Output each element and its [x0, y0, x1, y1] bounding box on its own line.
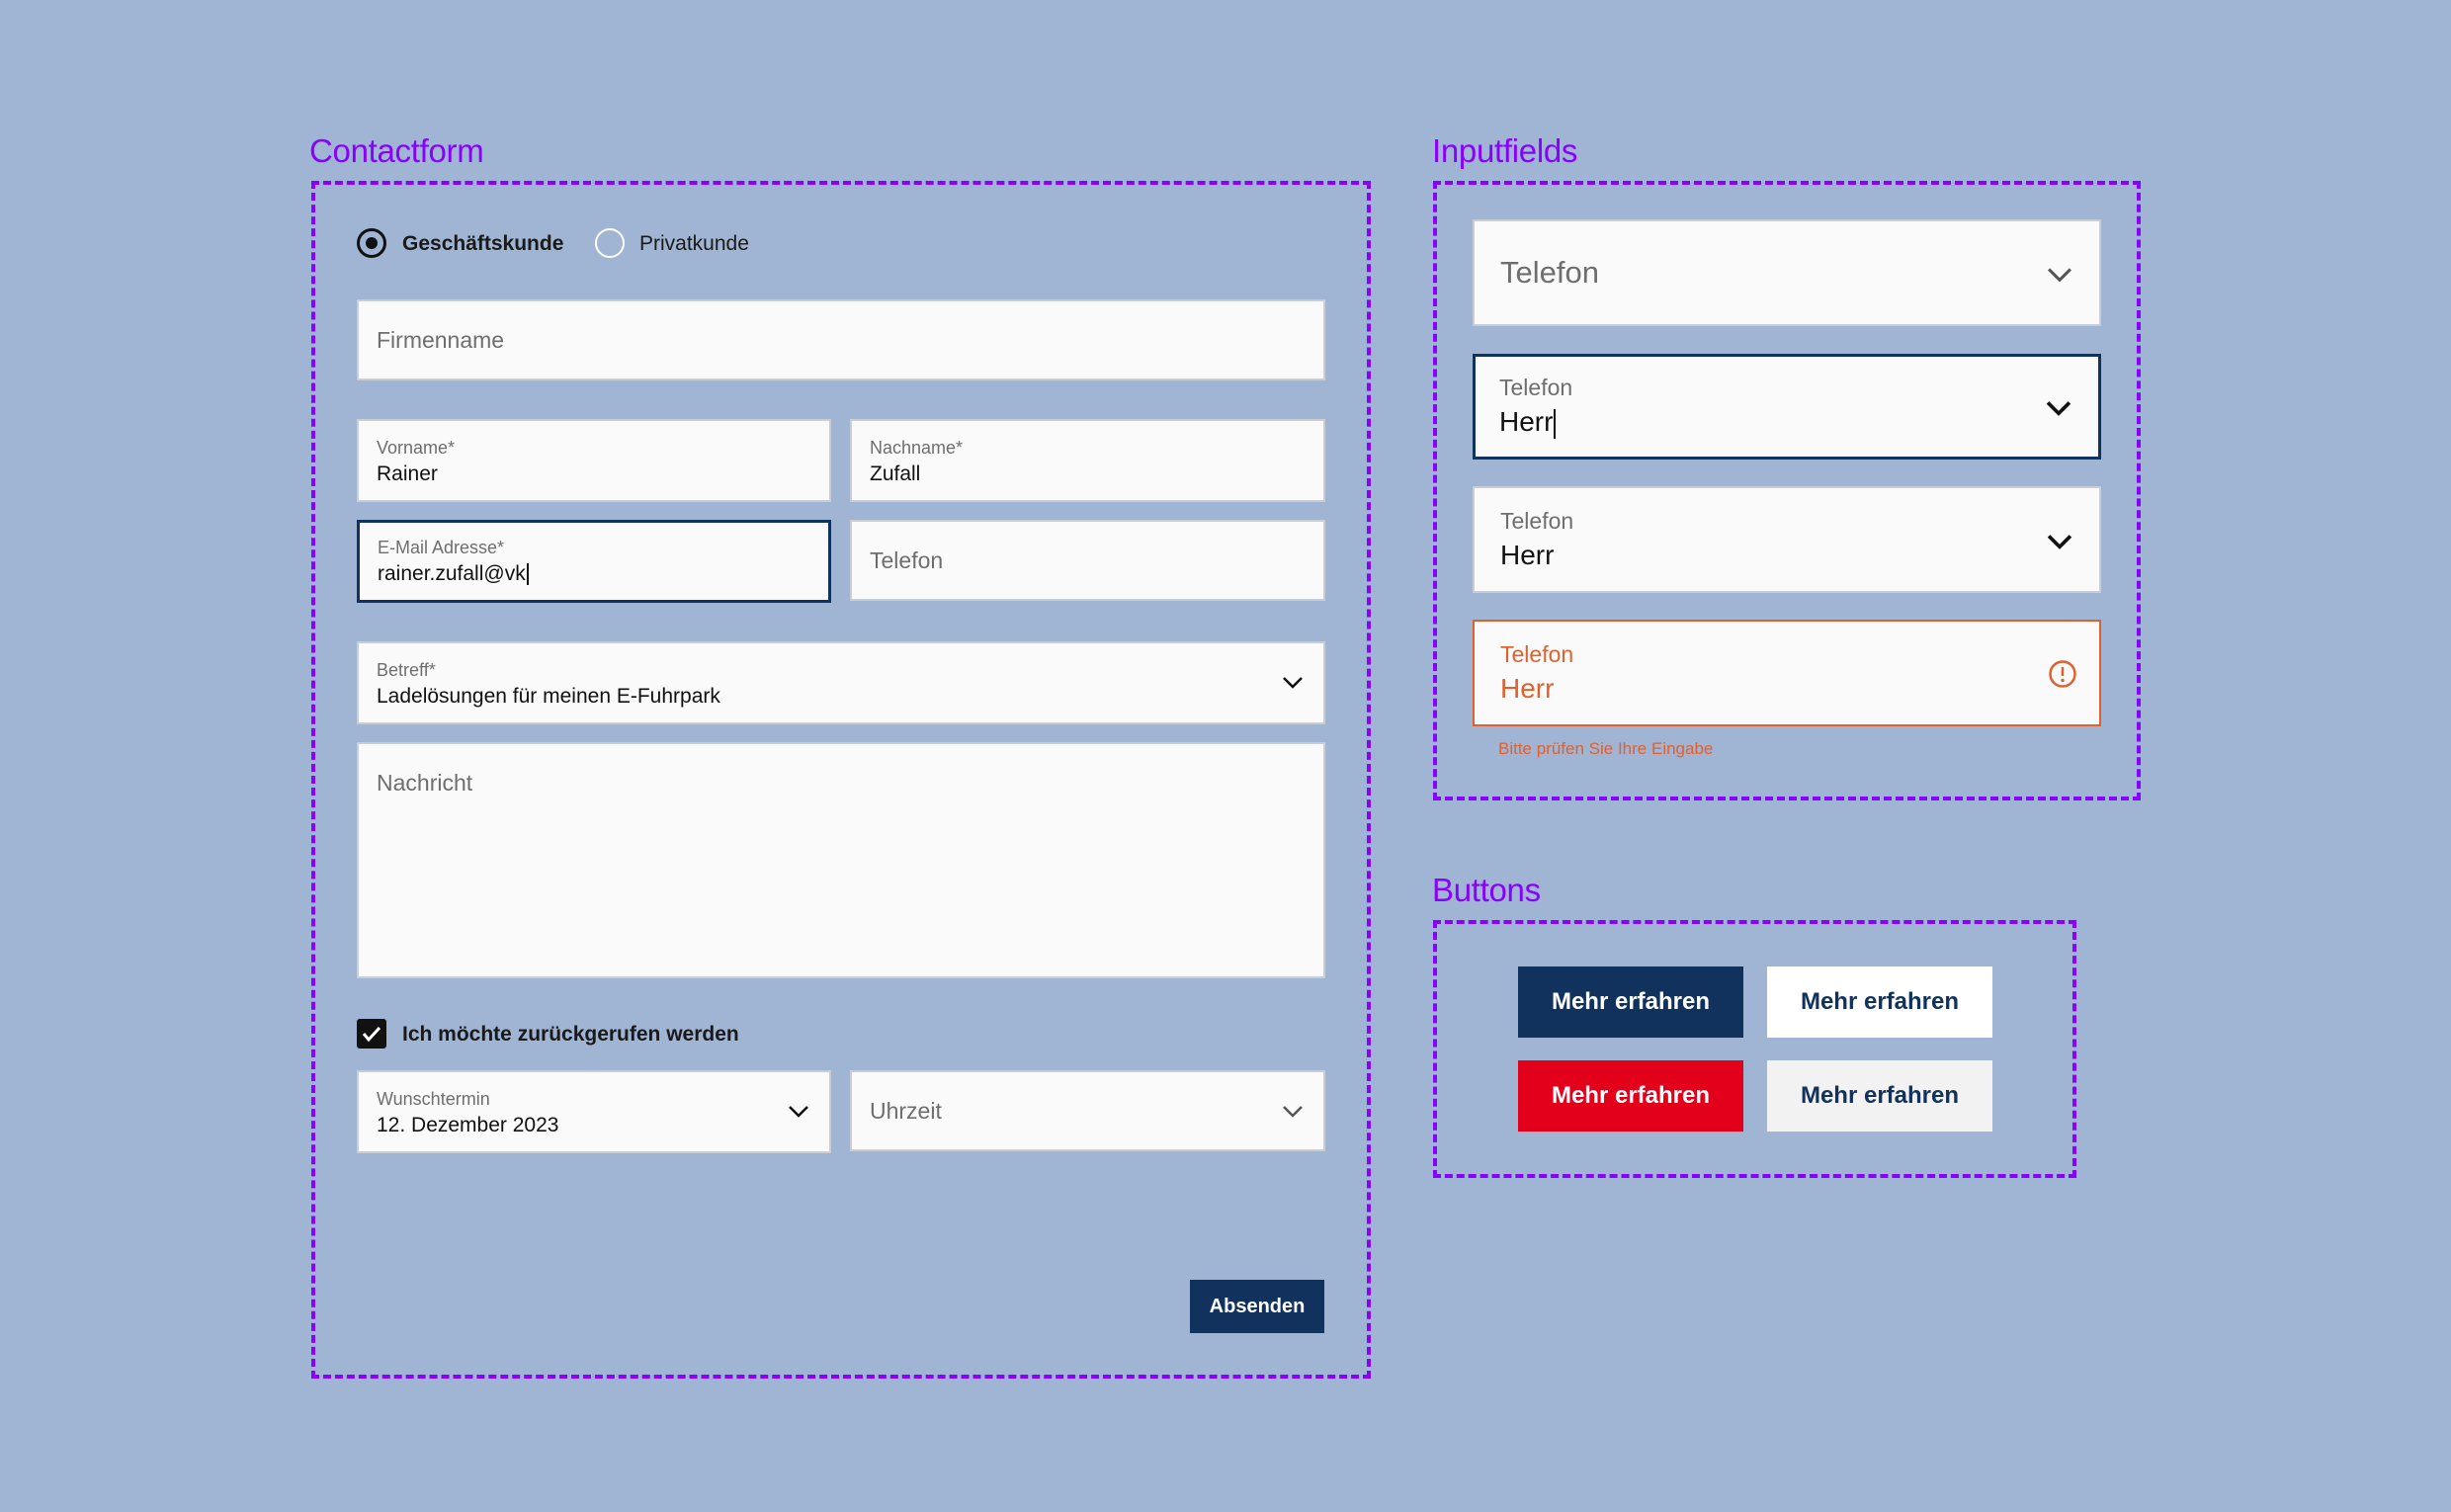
time-placeholder: Uhrzeit [870, 1098, 942, 1124]
callback-label[interactable]: Ich möchte zurückgerufen werden [402, 1023, 739, 1047]
buttons-title: Buttons [1432, 872, 1541, 908]
callback-checkbox[interactable] [357, 1019, 386, 1049]
chevron-down-icon [789, 1106, 808, 1118]
company-input[interactable]: Firmenname [357, 299, 1325, 380]
firstname-label: Vorname* [377, 438, 456, 458]
submit-button[interactable]: Absenden [1190, 1280, 1324, 1333]
chevron-down-icon [2047, 268, 2072, 283]
phone-select-focus[interactable]: Telefon Herr [1473, 354, 2101, 460]
phone-select-filled[interactable]: Telefon Herr [1473, 486, 2101, 593]
radio-private[interactable] [595, 228, 625, 258]
message-placeholder: Nachricht [377, 770, 473, 796]
date-label: Wunschtermin [377, 1089, 490, 1109]
phone-select-filled-label: Telefon [1500, 508, 1574, 534]
phone-placeholder: Telefon [870, 547, 944, 573]
check-icon [362, 1026, 381, 1043]
lastname-label: Nachname* [870, 438, 964, 458]
company-placeholder: Firmenname [377, 327, 505, 353]
message-textarea[interactable]: Nachricht [357, 742, 1325, 978]
date-select[interactable]: Wunschtermin 12. Dezember 2023 [357, 1070, 831, 1153]
firstname-value: Rainer [377, 462, 438, 485]
chevron-down-icon [2046, 401, 2071, 416]
primary-button[interactable]: Mehr erfahren [1518, 966, 1743, 1038]
phone-select-placeholder: Telefon [1500, 255, 1599, 290]
subject-select[interactable]: Betreff* Ladelösungen für meinen E-Fuhrp… [357, 641, 1325, 724]
buttons-frame [1433, 920, 2076, 1178]
inputfields-title: Inputfields [1432, 132, 1578, 169]
error-message: Bitte prüfen Sie Ihre Eingabe [1498, 739, 1714, 758]
phone-select-filled-value: Herr [1500, 540, 1555, 570]
subject-value: Ladelösungen für meinen E-Fuhrpark [377, 685, 720, 708]
email-input[interactable]: E-Mail Adresse* rainer.zufall@vk [357, 520, 831, 603]
date-value: 12. Dezember 2023 [377, 1114, 559, 1136]
radio-business[interactable] [357, 228, 386, 258]
contactform-title: Contactform [309, 132, 484, 169]
phone-select-default[interactable]: Telefon [1473, 219, 2101, 326]
phone-select-error[interactable]: Telefon Herr [1473, 620, 2101, 726]
phone-select-error-label: Telefon [1500, 641, 1574, 667]
time-select[interactable]: Uhrzeit [850, 1070, 1325, 1151]
chevron-down-icon [1283, 1106, 1303, 1118]
lastname-input[interactable]: Nachname* Zufall [850, 419, 1325, 502]
phone-select-focus-value: Herr [1499, 406, 1557, 439]
phone-select-error-value: Herr [1500, 673, 1555, 704]
email-label: E-Mail Adresse* [378, 538, 505, 557]
phone-select-focus-label: Telefon [1499, 375, 1573, 400]
error-icon [2049, 660, 2076, 688]
radio-business-label[interactable]: Geschäftskunde [402, 232, 563, 256]
subject-label: Betreff* [377, 660, 436, 680]
firstname-input[interactable]: Vorname* Rainer [357, 419, 831, 502]
radio-private-label[interactable]: Privatkunde [639, 232, 749, 256]
light-button[interactable]: Mehr erfahren [1767, 1060, 1992, 1132]
chevron-down-icon [1283, 677, 1303, 689]
email-value: rainer.zufall@vk [378, 562, 529, 586]
lastname-value: Zufall [870, 462, 921, 485]
chevron-down-icon [2047, 535, 2072, 549]
secondary-button[interactable]: Mehr erfahren [1767, 966, 1992, 1038]
phone-input[interactable]: Telefon [850, 520, 1325, 601]
red-button[interactable]: Mehr erfahren [1518, 1060, 1743, 1132]
